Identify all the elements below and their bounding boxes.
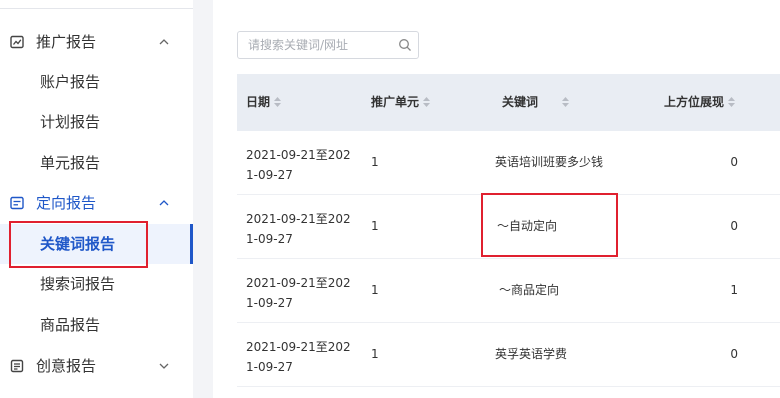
top-impressions-cell: 0 (730, 347, 738, 361)
top-impressions-cell: 0 (730, 219, 738, 233)
app-window: 推广报告 账户报告 计划报告 单元报告 定向报告 关键词报告 搜索词报告 商品报… (0, 0, 780, 398)
sort-icon[interactable] (728, 97, 736, 107)
sidebar-item-product-report[interactable]: 商品报告 (0, 305, 193, 345)
sidebar-item-account-report[interactable]: 账户报告 (0, 62, 193, 102)
unit-cell: 1 (371, 283, 379, 297)
table-row: 2021-09-21至2021-09-27 1 英语培训班要多少钱 0 (237, 131, 780, 195)
table-row: 2021-09-21至2021-09-27 1 ～商品定向 1 (237, 259, 780, 323)
sidebar-item-label: 商品报告 (40, 316, 101, 334)
keyword-cell: ～商品定向 (499, 283, 560, 297)
column-header-unit[interactable]: 推广单元 (371, 74, 431, 131)
column-header-top-impressions[interactable]: 上方位展现 (664, 74, 736, 131)
chevron-down-icon[interactable] (158, 360, 170, 372)
nav-group-promotion-report[interactable]: 推广报告 (0, 22, 193, 62)
main-content: 日期 推广单元 关键词 上方位展现 2021-09-21至2021-09-27 … (213, 0, 780, 398)
nav-group-targeting-report[interactable]: 定向报告 (0, 183, 193, 223)
divider (0, 8, 193, 9)
sort-icon[interactable] (562, 97, 570, 107)
sidebar-item-label: 搜索词报告 (40, 275, 116, 293)
sidebar: 推广报告 账户报告 计划报告 单元报告 定向报告 关键词报告 搜索词报告 商品报… (0, 0, 193, 398)
sidebar-item-unit-report[interactable]: 单元报告 (0, 143, 193, 183)
search-icon[interactable] (398, 38, 412, 52)
keyword-cell: ～自动定向 (497, 219, 558, 233)
layout-gutter (193, 0, 213, 398)
sidebar-item-label: 计划报告 (40, 113, 101, 131)
chevron-up-icon[interactable] (158, 197, 170, 209)
table-row: 2021-09-21至2021-09-27 1 ～自动定向 0 (237, 195, 780, 259)
table-row: 2021-09-21至2021-09-27 1 英孚英语学费 0 (237, 323, 780, 387)
column-header-date[interactable]: 日期 (246, 74, 282, 131)
date-cell: 2021-09-21至2021-09-27 (246, 212, 351, 246)
chart-icon (10, 35, 24, 49)
nav-group-label: 推广报告 (36, 33, 97, 51)
search-box[interactable] (237, 31, 419, 59)
keyword-cell: 英语培训班要多少钱 (495, 155, 604, 169)
top-impressions-cell: 0 (730, 155, 738, 169)
date-cell: 2021-09-21至2021-09-27 (246, 276, 351, 310)
sidebar-item-label: 账户报告 (40, 73, 101, 91)
list-icon (10, 196, 24, 210)
column-header-label: 上方位展现 (664, 95, 725, 109)
top-impressions-cell: 1 (730, 283, 738, 297)
sidebar-item-label: 单元报告 (40, 154, 101, 172)
nav-group-label: 定向报告 (36, 194, 97, 212)
chevron-up-icon[interactable] (158, 36, 170, 48)
sidebar-item-search-term-report[interactable]: 搜索词报告 (0, 264, 193, 304)
document-icon (10, 359, 24, 373)
column-header-label: 关键词 (502, 95, 539, 109)
keyword-cell: 英孚英语学费 (495, 347, 568, 361)
unit-cell: 1 (371, 347, 379, 361)
sort-icon[interactable] (423, 97, 431, 107)
sort-icon[interactable] (274, 97, 282, 107)
search-input[interactable] (248, 36, 388, 54)
nav-group-creative-report[interactable]: 创意报告 (0, 346, 193, 386)
sidebar-item-keyword-report[interactable]: 关键词报告 (0, 224, 193, 264)
nav-group-label: 创意报告 (36, 357, 97, 375)
column-header-keyword[interactable]: 关键词 (502, 74, 570, 131)
table-header: 日期 推广单元 关键词 上方位展现 (237, 74, 780, 131)
unit-cell: 1 (371, 155, 379, 169)
date-cell: 2021-09-21至2021-09-27 (246, 340, 351, 374)
unit-cell: 1 (371, 219, 379, 233)
sidebar-item-plan-report[interactable]: 计划报告 (0, 102, 193, 142)
sidebar-item-label: 关键词报告 (40, 235, 116, 253)
date-cell: 2021-09-21至2021-09-27 (246, 148, 351, 182)
column-header-label: 推广单元 (371, 95, 420, 109)
column-header-label: 日期 (246, 95, 271, 109)
